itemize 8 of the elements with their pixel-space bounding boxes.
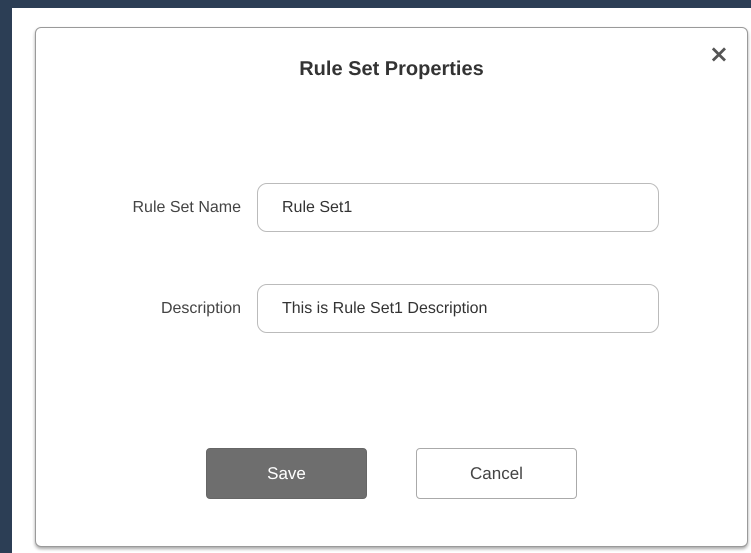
dialog-title: Rule Set Properties xyxy=(299,58,484,80)
save-button[interactable]: Save xyxy=(206,448,367,499)
cancel-button[interactable]: Cancel xyxy=(416,448,577,499)
input-field[interactable]: Rule Set1 xyxy=(257,183,659,232)
field-label: Rule Set Name xyxy=(132,198,242,216)
input-field[interactable]: This is Rule Set1 Description xyxy=(257,284,659,333)
close-button[interactable]: × xyxy=(708,42,729,66)
field-label: Description xyxy=(160,300,242,318)
